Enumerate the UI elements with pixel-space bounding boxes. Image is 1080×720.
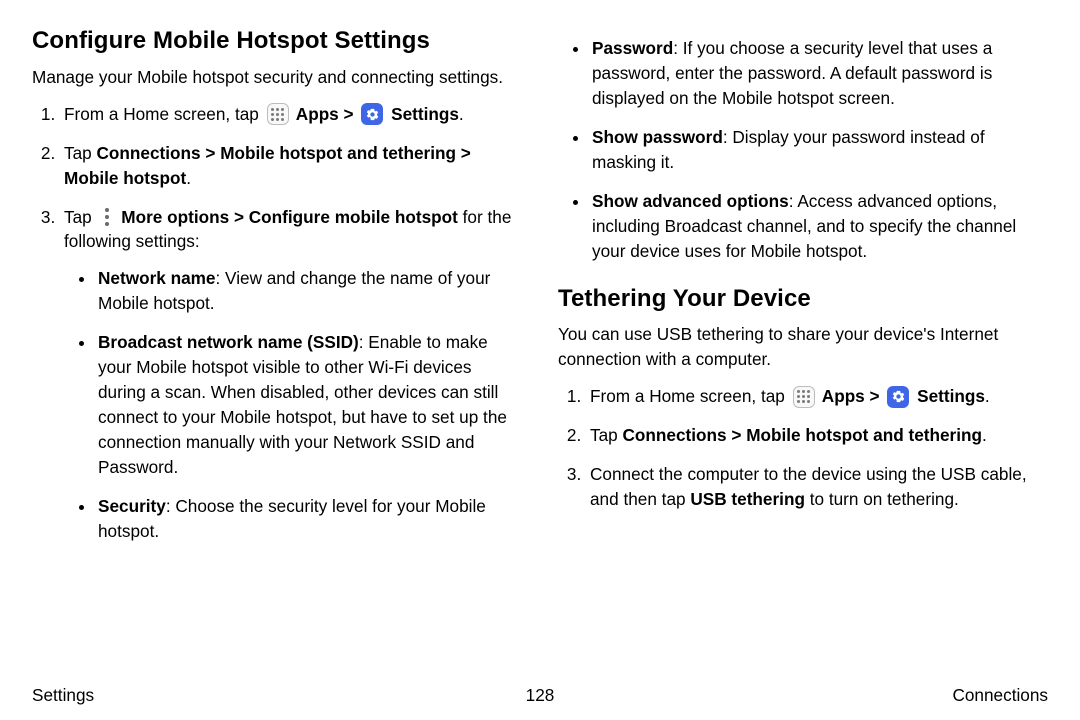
bullet-value: : Enable to make your Mobile hotspot vis…	[98, 332, 507, 477]
step-1: From a Home screen, tap Apps > Settings.	[60, 102, 522, 127]
connections-label: Connections	[97, 143, 201, 163]
period: .	[459, 104, 464, 124]
page-footer: Settings 128 Connections	[32, 685, 1048, 706]
footer-left: Settings	[32, 685, 94, 706]
bullet-broadcast-ssid: Broadcast network name (SSID): Enable to…	[96, 330, 522, 480]
step1-prefix: From a Home screen, tap	[64, 104, 264, 124]
period: .	[186, 168, 191, 188]
intro-text-tethering: You can use USB tethering to share your …	[558, 322, 1048, 372]
section-heading-configure: Configure Mobile Hotspot Settings	[32, 24, 522, 59]
step-2: Tap Connections > Mobile hotspot and tet…	[60, 141, 522, 191]
manual-page: Configure Mobile Hotspot Settings Manage…	[0, 0, 1080, 720]
usb-tethering-label: USB tethering	[690, 489, 805, 509]
section-heading-tethering: Tethering Your Device	[558, 282, 1048, 317]
settings-icon	[361, 103, 383, 125]
apps-icon	[267, 103, 289, 125]
chevron-icon: >	[865, 386, 885, 406]
chevron-icon: >	[201, 143, 221, 163]
connections-label: Connections	[623, 425, 727, 445]
bullet-key: Broadcast network name (SSID)	[98, 332, 359, 352]
mobile-hotspot-tethering-label: Mobile hotspot and tethering	[746, 425, 982, 445]
apps-icon	[793, 386, 815, 408]
bullet-key: Show advanced options	[592, 191, 789, 211]
configure-mobile-hotspot-label: Configure mobile hotspot	[249, 207, 458, 227]
apps-label: Apps	[818, 386, 865, 406]
bullet-security: Security: Choose the security level for …	[96, 494, 522, 544]
mobile-hotspot-label: Mobile hotspot	[64, 168, 186, 188]
step2-prefix: Tap	[64, 143, 97, 163]
bullet-key: Security	[98, 496, 166, 516]
apps-label: Apps	[292, 104, 339, 124]
more-options-icon	[100, 206, 114, 228]
right-column: Password: If you choose a security level…	[558, 24, 1048, 558]
bullet-password: Password: If you choose a security level…	[590, 36, 1048, 111]
page-number: 128	[526, 685, 555, 706]
bullet-key: Network name	[98, 268, 215, 288]
tstep3-suffix: to turn on tethering.	[805, 489, 959, 509]
tether-step-2: Tap Connections > Mobile hotspot and tet…	[586, 423, 1048, 448]
options-bullets-continued: Password: If you choose a security level…	[558, 36, 1048, 264]
chevron-icon: >	[456, 143, 471, 163]
tether-step-1: From a Home screen, tap Apps > Settings.	[586, 384, 1048, 409]
steps-list-tethering: From a Home screen, tap Apps > Settings.…	[558, 384, 1048, 512]
step-3: Tap More options > Configure mobile hots…	[60, 205, 522, 544]
two-column-layout: Configure Mobile Hotspot Settings Manage…	[32, 24, 1048, 558]
bullet-network-name: Network name: View and change the name o…	[96, 266, 522, 316]
chevron-icon: >	[229, 207, 249, 227]
bullet-key: Password	[592, 38, 673, 58]
intro-text: Manage your Mobile hotspot security and …	[32, 65, 522, 90]
settings-icon	[887, 386, 909, 408]
period: .	[982, 425, 987, 445]
footer-right: Connections	[952, 685, 1048, 706]
bullet-show-password: Show password: Display your password ins…	[590, 125, 1048, 175]
more-options-label: More options	[117, 207, 230, 227]
options-bullets: Network name: View and change the name o…	[64, 266, 522, 543]
mobile-hotspot-tethering-label: Mobile hotspot and tethering	[220, 143, 456, 163]
step3-prefix: Tap	[64, 207, 97, 227]
steps-list-configure: From a Home screen, tap Apps > Settings.…	[32, 102, 522, 544]
tether-step-3: Connect the computer to the device using…	[586, 462, 1048, 512]
tethering-section: Tethering Your Device You can use USB te…	[558, 282, 1048, 512]
bullet-key: Show password	[592, 127, 723, 147]
period: .	[985, 386, 990, 406]
chevron-icon: >	[339, 104, 359, 124]
settings-label: Settings	[912, 386, 985, 406]
left-column: Configure Mobile Hotspot Settings Manage…	[32, 24, 522, 558]
tstep1-prefix: From a Home screen, tap	[590, 386, 790, 406]
bullet-show-advanced: Show advanced options: Access advanced o…	[590, 189, 1048, 264]
tstep2-prefix: Tap	[590, 425, 623, 445]
chevron-icon: >	[727, 425, 747, 445]
settings-label: Settings	[386, 104, 459, 124]
